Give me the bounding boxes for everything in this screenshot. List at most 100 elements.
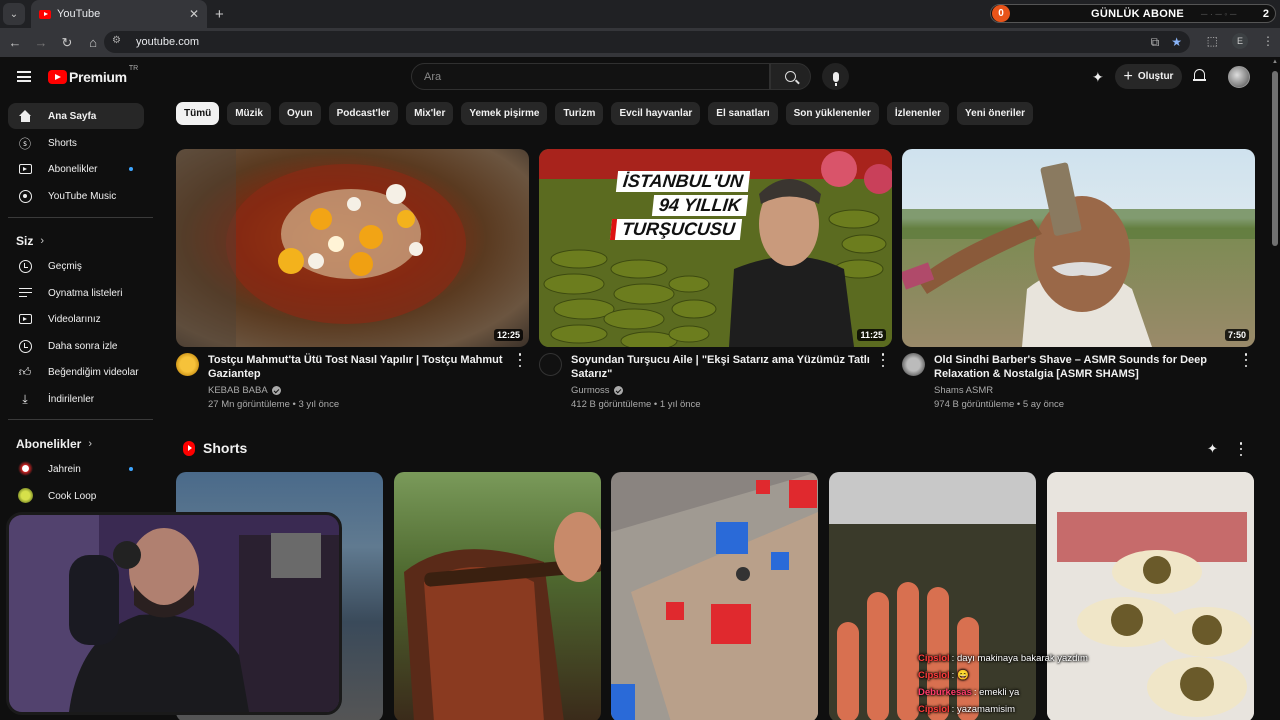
chat-text: : 😄	[951, 670, 969, 681]
reload-icon[interactable]: ↻	[54, 35, 80, 51]
sidebar-item-label: Oynatma listeleri	[48, 287, 123, 299]
search-button[interactable]	[770, 63, 811, 90]
chip-new-to-you[interactable]: Yeni öneriler	[957, 102, 1034, 125]
sidebar-item-watch-later[interactable]: Daha sonra izle	[8, 333, 144, 359]
address-bar[interactable]: ⚙ youtube.com ⧉ ★	[104, 31, 1190, 53]
video-title[interactable]: Soyundan Turşucu Aile | "Ekşi Satarız am…	[571, 353, 876, 381]
video-thumbnail[interactable]: 7:50	[902, 149, 1255, 347]
shorts-more-options-icon[interactable]	[1239, 442, 1243, 456]
video-channel[interactable]: Shams ASMR	[934, 385, 993, 396]
stream-chat-overlay: Cipslol: dayı makinaya bakarak yazdım Ci…	[918, 650, 1088, 718]
chat-message: Cipslol: 😄	[918, 667, 1068, 684]
voice-search-button[interactable]	[822, 63, 849, 90]
home-button-icon[interactable]: ⌂	[80, 35, 106, 50]
tab-search-button[interactable]: ⌄	[3, 3, 25, 25]
chat-message: Cipslol: yazamamisim	[918, 701, 1068, 718]
browser-menu-icon[interactable]: ⋮	[1262, 34, 1274, 48]
sidebar-item-downloads[interactable]: ⤓ İndirilenler	[8, 386, 144, 412]
channel-avatar[interactable]	[176, 353, 199, 376]
chip-podcasts[interactable]: Podcast'ler	[328, 102, 399, 125]
more-options-icon[interactable]	[518, 353, 522, 367]
more-options-icon[interactable]	[1244, 353, 1248, 367]
chip-crafts[interactable]: El sanatları	[708, 102, 778, 125]
short-thumbnail[interactable]	[1047, 472, 1254, 720]
sidebar-channel-jahrein[interactable]: Jahrein	[8, 456, 144, 482]
verified-badge-icon	[613, 386, 623, 395]
video-card[interactable]: 7:50 Old Sindhi Barber's Shave – ASMR So…	[902, 149, 1255, 417]
daily-subscriber-overlay: 0 GÜNLÜK ABONE ─ · ─ ◦ ─ 2	[990, 4, 1276, 23]
chip-gaming[interactable]: Oyun	[279, 102, 321, 125]
short-thumbnail[interactable]	[394, 472, 601, 720]
youtube-premium-logo[interactable]: Premium TR	[48, 65, 138, 85]
profile-avatar[interactable]: E	[1232, 33, 1248, 49]
channel-name[interactable]: Shams ASMR	[934, 385, 993, 396]
ai-sparkle-icon[interactable]: ✦	[1092, 69, 1104, 86]
create-button[interactable]: + Oluştur	[1115, 64, 1182, 89]
chip-cooking[interactable]: Yemek pişirme	[461, 102, 548, 125]
overlay-line-1: İSTANBUL'UN	[615, 171, 751, 192]
chip-all[interactable]: Tümü	[176, 102, 220, 125]
sidebar-channel-cook-loop[interactable]: Cook Loop	[8, 483, 144, 509]
sidebar-item-home[interactable]: Ana Sayfa	[8, 103, 144, 129]
more-options-icon[interactable]	[881, 353, 885, 367]
sidebar-subscriptions-heading[interactable]: Abonelikler ›	[16, 437, 92, 451]
video-card[interactable]: 12:25 Tostçu Mahmut'ta Ütü Tost Nasıl Ya…	[176, 149, 529, 417]
video-thumbnail[interactable]: İSTANBUL'UN 94 YILLIK TURŞUCUSU 11:25	[539, 149, 892, 347]
forward-arrow-icon[interactable]: →	[28, 35, 54, 50]
channel-avatar[interactable]	[539, 353, 562, 376]
grilled-ribs-image	[404, 512, 601, 720]
install-app-icon[interactable]: ⧉	[1151, 35, 1160, 50]
ai-sparkle-icon[interactable]: ✦	[1207, 441, 1218, 457]
sidebar-item-youtube-music[interactable]: YouTube Music	[8, 183, 144, 209]
liked-videos-icon: 👍︎	[18, 364, 32, 379]
webcam-image	[9, 515, 339, 712]
channel-name[interactable]: KEBAB BABA	[208, 385, 268, 396]
search-box[interactable]	[411, 63, 770, 90]
extensions-icon[interactable]: ⬚	[1207, 34, 1218, 48]
sidebar-divider	[8, 217, 153, 218]
sidebar-item-liked-videos[interactable]: 👍︎ Beğendiğim videolar	[8, 359, 144, 385]
chip-pets[interactable]: Evcil hayvanlar	[611, 102, 701, 125]
back-arrow-icon[interactable]: ←	[2, 35, 28, 50]
video-channel[interactable]: Gurmoss	[571, 385, 623, 396]
browser-toolbar: ← → ↻ ⌂ ⚙ youtube.com ⧉ ★ ⬚ E ⋮	[0, 28, 1280, 57]
video-thumbnail[interactable]: 12:25	[176, 149, 529, 347]
chip-watched[interactable]: İzlenenler	[886, 102, 950, 125]
chip-music[interactable]: Müzik	[227, 102, 271, 125]
sidebar-you-heading[interactable]: Siz ›	[16, 234, 44, 248]
new-tab-button[interactable]: +	[215, 6, 224, 23]
browser-tab-youtube[interactable]: YouTube ✕	[31, 0, 207, 28]
sidebar-item-label: Daha sonra izle	[48, 340, 118, 352]
shorts-title: Shorts	[203, 440, 248, 456]
video-card[interactable]: İSTANBUL'UN 94 YILLIK TURŞUCUSU 11:25 So…	[539, 149, 892, 417]
url-text[interactable]: youtube.com	[136, 36, 199, 48]
sidebar-item-history[interactable]: Geçmiş	[8, 253, 144, 279]
bookmark-star-icon[interactable]: ★	[1171, 35, 1182, 50]
video-duration: 7:50	[1224, 329, 1249, 341]
sidebar-item-playlists[interactable]: Oynatma listeleri	[8, 280, 144, 306]
short-thumbnail[interactable]	[611, 472, 818, 720]
chip-recently-uploaded[interactable]: Son yüklenenler	[785, 102, 879, 125]
tab-title: YouTube	[57, 8, 101, 20]
shorts-shelf-header: Shorts	[183, 440, 247, 456]
chip-mixes[interactable]: Mix'ler	[406, 102, 454, 125]
video-title[interactable]: Tostçu Mahmut'ta Ütü Tost Nasıl Yapılır …	[208, 353, 513, 381]
sidebar-item-subscriptions[interactable]: Abonelikler	[8, 156, 144, 182]
tab-close-icon[interactable]: ✕	[189, 7, 199, 21]
channel-avatar[interactable]	[902, 353, 925, 376]
sidebar-item-your-videos[interactable]: Videolarınız	[8, 306, 144, 332]
search-input[interactable]	[424, 70, 769, 83]
notifications-bell-icon[interactable]	[1193, 69, 1206, 82]
site-info-icon[interactable]: ⚙	[112, 35, 126, 49]
account-avatar[interactable]	[1228, 66, 1250, 88]
video-channel[interactable]: KEBAB BABA	[208, 385, 281, 396]
page-scrollbar[interactable]: ▲	[1270, 57, 1280, 720]
channel-name[interactable]: Gurmoss	[571, 385, 610, 396]
sidebar-item-label: Shorts	[48, 137, 77, 149]
sidebar-item-shorts[interactable]: ⓢ Shorts	[8, 130, 144, 156]
video-title[interactable]: Old Sindhi Barber's Shave – ASMR Sounds …	[934, 353, 1239, 381]
scroll-up-arrow-icon[interactable]: ▲	[1272, 59, 1278, 65]
chip-tourism[interactable]: Turizm	[555, 102, 604, 125]
scrollbar-thumb[interactable]	[1272, 71, 1278, 246]
hamburger-menu-icon[interactable]	[17, 71, 31, 82]
